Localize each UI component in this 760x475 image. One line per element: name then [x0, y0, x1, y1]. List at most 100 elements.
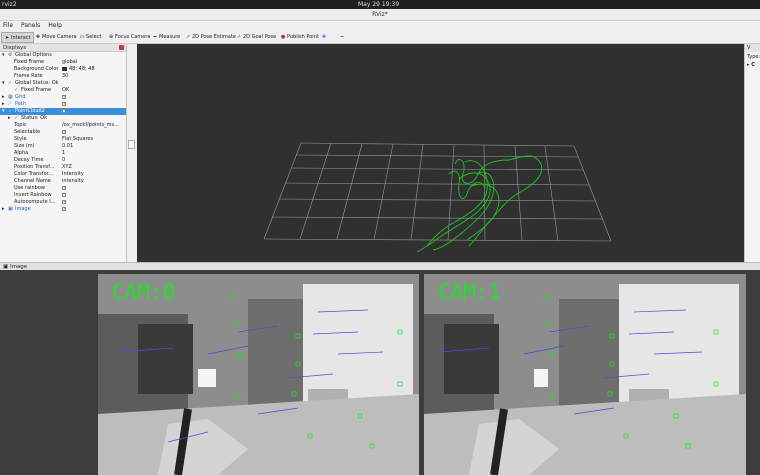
collapse-handle[interactable]: [128, 140, 135, 149]
color-transformer-key: Color Transfor...: [14, 171, 54, 177]
tree-row-channel-name[interactable]: Channel Name intensity: [0, 178, 126, 185]
interact-tool-button[interactable]: ➤ Interact: [1, 32, 34, 43]
tree-row-path[interactable]: ▸ ⟋ Path: [0, 101, 126, 108]
background-color-value[interactable]: 48; 48; 48: [62, 66, 95, 73]
topic-value[interactable]: /ov_msckf/points_ms...: [62, 122, 119, 129]
panel-splitter[interactable]: [127, 44, 137, 262]
tree-row-background-color[interactable]: Background Color 48; 48; 48: [0, 66, 126, 73]
views-type-label: Type:: [747, 54, 760, 60]
pose-estimate-label: 2D Pose Estimate: [192, 34, 236, 40]
system-app-label[interactable]: rviz2: [2, 1, 17, 8]
camera-0-label: CAM:0: [112, 280, 176, 304]
use-rainbow-checkbox[interactable]: [62, 185, 66, 192]
displays-panel-header: Displays: [0, 44, 126, 52]
tree-row-frame-rate[interactable]: Frame Rate 30: [0, 73, 126, 80]
pointcloud-checkbox[interactable]: [62, 108, 66, 115]
goal-pose-label: 2D Goal Pose: [243, 34, 277, 40]
tree-row-topic[interactable]: Topic/ov_msckf/points_ms...: [0, 122, 126, 129]
tree-row-global-options[interactable]: ▾ ⚙ Global Options: [0, 52, 126, 59]
gear-icon: ⚙: [8, 52, 13, 58]
pose-estimate-tool-button[interactable]: ➚ 2D Pose Estimate: [183, 32, 238, 43]
close-icon[interactable]: [119, 45, 124, 50]
path-checkbox[interactable]: [62, 101, 66, 108]
image-check-mark: [62, 206, 66, 211]
publish-point-label: Publish Point: [287, 34, 319, 40]
tree-row-decay[interactable]: Decay Time 0: [0, 157, 126, 164]
publish-point-tool-button[interactable]: ● Publish Point: [278, 32, 321, 43]
tree-row-image[interactable]: ▸ ▣ Image: [0, 206, 126, 213]
tree-row-fixed-frame-status[interactable]: ✓ Fixed Frame OK: [0, 87, 126, 94]
plus-icon: ✚: [321, 34, 327, 40]
focus-camera-tool-button[interactable]: ⊕ Focus Camera: [106, 32, 153, 43]
move-icon: ✥: [35, 34, 41, 40]
check-icon: ✓: [14, 87, 19, 93]
grid-checkbox[interactable]: [62, 94, 66, 101]
position-transformer-key: Position Transf...: [14, 164, 55, 170]
tree-row-position-transformer[interactable]: Position Transf... XYZ: [0, 164, 126, 171]
menu-panels[interactable]: Panels: [21, 22, 40, 29]
style-key: Style: [14, 136, 27, 142]
path-check-mark: [62, 101, 66, 106]
tree-row-fixed-frame[interactable]: Fixed Frame global: [0, 59, 126, 66]
move-camera-tool-button[interactable]: ✥ Move Camera: [33, 32, 79, 43]
system-top-bar: rviz2 May 29 19:39: [0, 0, 760, 9]
expand-icon[interactable]: ▸: [2, 101, 5, 108]
invert-rainbow-checkbox[interactable]: [62, 192, 66, 199]
expand-icon[interactable]: ▸: [8, 115, 11, 122]
menu-help[interactable]: Help: [48, 22, 62, 29]
expand-icon[interactable]: ▾: [2, 52, 5, 59]
views-item[interactable]: ▸ C: [745, 62, 760, 68]
expand-icon[interactable]: ▸: [2, 206, 5, 213]
use-rainbow-check-mark: [62, 185, 66, 190]
check-icon: ✓: [8, 80, 13, 86]
camera-0-image[interactable]: CAM:0: [98, 274, 419, 475]
tree-row-status[interactable]: ▸ ✓ Status: Ok: [0, 115, 126, 122]
tree-row-pointcloud[interactable]: ▾ ⁘ PointCloud2: [0, 108, 126, 115]
expand-icon[interactable]: ▾: [2, 108, 5, 115]
tree-row-global-status[interactable]: ▾ ✓ Global Status: Ok: [0, 80, 126, 87]
channel-name-key: Channel Name: [14, 178, 51, 184]
color-transformer-value[interactable]: Intensity: [62, 171, 84, 178]
tree-row-grid[interactable]: ▸ ▦ Grid: [0, 94, 126, 101]
tree-row-alpha[interactable]: Alpha 1: [0, 150, 126, 157]
focus-icon: ⊕: [108, 34, 114, 40]
menu-file[interactable]: File: [3, 22, 13, 29]
tree-row-selectable[interactable]: Selectable: [0, 129, 126, 136]
system-clock[interactable]: May 29 19:39: [358, 1, 399, 8]
topic-key: Topic: [14, 122, 27, 128]
channel-name-value[interactable]: intensity: [62, 178, 84, 185]
3d-viewport[interactable]: [137, 44, 744, 262]
select-label: Select: [86, 34, 102, 40]
expand-icon[interactable]: ▸: [2, 94, 5, 101]
tree-row-use-rainbow[interactable]: Use rainbow: [0, 185, 126, 192]
tree-row-style[interactable]: Style Flat Squares: [0, 136, 126, 143]
size-value[interactable]: 0.01: [62, 143, 73, 150]
path-label: Path: [15, 101, 26, 107]
image-checkbox[interactable]: [62, 206, 66, 213]
select-tool-button[interactable]: ▭ Select: [77, 32, 103, 43]
grid-icon: ▦: [8, 94, 13, 100]
selectable-checkbox[interactable]: [62, 129, 66, 136]
add-tool-button[interactable]: ✚: [319, 32, 330, 43]
tree-row-size[interactable]: Size (m) 0.01: [0, 143, 126, 150]
position-transformer-value[interactable]: XYZ: [62, 164, 72, 171]
decay-value[interactable]: 0: [62, 157, 65, 164]
menu-bar: File Panels Help: [0, 21, 760, 31]
tree-row-invert-rainbow[interactable]: Invert Rainbow: [0, 192, 126, 199]
goal-pose-tool-button[interactable]: ➚ 2D Goal Pose: [234, 32, 278, 43]
views-panel-header: V: [745, 44, 760, 52]
frame-rate-value[interactable]: 30: [62, 73, 68, 80]
tool-menu-button[interactable]: ━: [337, 32, 348, 43]
background-color-key: Background Color: [14, 66, 59, 72]
tree-row-color-transformer[interactable]: Color Transfor... Intensity: [0, 171, 126, 178]
measure-tool-button[interactable]: ━ Measure: [150, 32, 182, 43]
expand-icon[interactable]: ▾: [2, 80, 5, 87]
style-value[interactable]: Flat Squares: [62, 136, 93, 143]
tree-row-autocompute[interactable]: Autocompute I...: [0, 199, 126, 206]
alpha-value[interactable]: 1: [62, 150, 65, 157]
pointcloud-label: PointCloud2: [15, 108, 45, 114]
interact-label: Interact: [11, 35, 31, 41]
fixed-frame-value[interactable]: global: [62, 59, 77, 66]
camera-1-image[interactable]: CAM:1: [424, 274, 746, 475]
autocompute-checkbox[interactable]: [62, 199, 66, 206]
